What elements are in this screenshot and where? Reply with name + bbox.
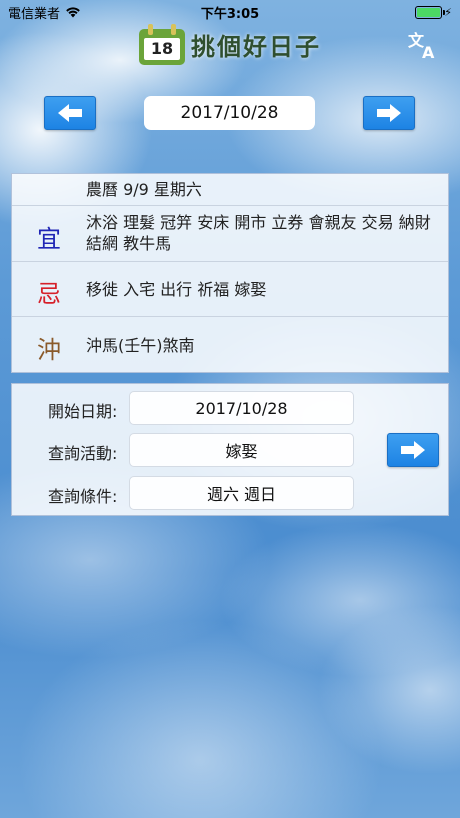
current-date-display[interactable]: 2017/10/28 xyxy=(144,96,315,130)
status-left: 電信業者 xyxy=(8,3,81,22)
lunar-date-row: 農曆 9/9 星期六 xyxy=(12,174,448,206)
status-bar: 電信業者 下午3:05 ⚡ xyxy=(0,0,460,24)
wifi-icon xyxy=(66,7,80,18)
calendar-ring xyxy=(171,24,176,35)
calendar-icon: 18 xyxy=(139,23,185,65)
suitable-row: 宜 沐浴 理髮 冠笄 安床 開市 立券 會親友 交易 納財 結網 教牛馬 xyxy=(12,206,448,262)
query-card: 開始日期: 2017/10/28 查詢活動: 嫁娶 查詢條件: 週六 週日 xyxy=(11,383,449,516)
arrow-left-icon xyxy=(58,104,82,122)
app-header: 18 挑個好日子 文 A xyxy=(0,22,460,66)
calendar-ring xyxy=(148,24,153,35)
start-date-field[interactable]: 2017/10/28 xyxy=(129,391,354,425)
battery-icon xyxy=(415,5,446,19)
translate-icon[interactable]: 文 A xyxy=(406,30,438,60)
calendar-day: 18 xyxy=(144,38,180,60)
arrow-right-icon xyxy=(377,104,401,122)
activity-label: 查詢活動: xyxy=(48,444,118,463)
clash-char: 沖 xyxy=(37,336,61,364)
condition-field[interactable]: 週六 週日 xyxy=(129,476,354,510)
avoid-row: 忌 移徙 入宅 出行 祈福 嫁娶 xyxy=(12,262,448,317)
prev-day-button[interactable] xyxy=(44,96,96,130)
condition-label: 查詢條件: xyxy=(48,487,118,506)
search-button[interactable] xyxy=(387,433,439,467)
battery-fill xyxy=(417,7,441,17)
charging-bolt-icon: ⚡ xyxy=(444,5,452,19)
avoid-char: 忌 xyxy=(37,280,61,308)
next-day-button[interactable] xyxy=(363,96,415,130)
avoid-activities: 移徙 入宅 出行 祈福 嫁娶 xyxy=(86,280,267,299)
suitable-char: 宜 xyxy=(37,225,61,253)
lunar-date-text: 農曆 9/9 星期六 xyxy=(86,180,202,199)
svg-text:A: A xyxy=(422,43,435,60)
activity-field[interactable]: 嫁娶 xyxy=(129,433,354,467)
arrow-right-icon xyxy=(401,441,425,459)
clash-text: 沖馬(壬午)煞南 xyxy=(86,336,195,355)
suitable-activities: 沐浴 理髮 冠笄 安床 開市 立券 會親友 交易 納財 結網 教牛馬 xyxy=(86,213,431,253)
almanac-card: 農曆 9/9 星期六 宜 沐浴 理髮 冠笄 安床 開市 立券 會親友 交易 納財… xyxy=(11,173,449,373)
status-right: ⚡ xyxy=(415,5,452,19)
app-title: 挑個好日子 xyxy=(191,31,321,61)
clash-row: 沖 沖馬(壬午)煞南 xyxy=(12,317,448,374)
carrier-label: 電信業者 xyxy=(8,6,61,22)
start-date-label: 開始日期: xyxy=(48,402,118,421)
